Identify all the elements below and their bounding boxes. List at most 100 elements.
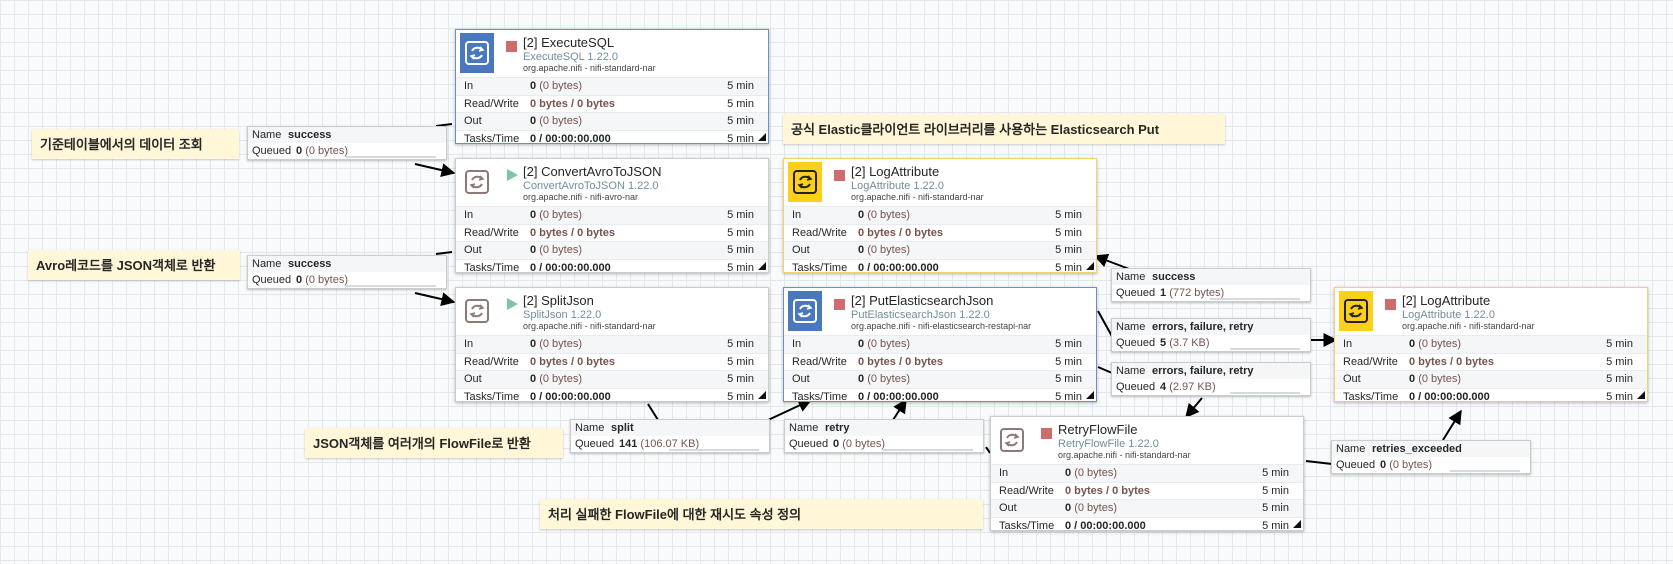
connection-queued-label: Queued: [575, 438, 615, 450]
resize-corner-icon: [758, 133, 766, 141]
processor-p5[interactable]: [2] PutElasticsearchJson PutElasticsearch…: [783, 287, 1097, 403]
stat-window: 5 min: [727, 97, 754, 110]
stat-window: 5 min: [1055, 244, 1082, 256]
queued-count: 141: [619, 438, 638, 450]
processor-p6[interactable]: RetryFlowFile RetryFlowFile 1.22.0 org.apa…: [990, 416, 1304, 532]
stat-window: 5 min: [727, 115, 754, 127]
processor-p7[interactable]: [2] LogAttribute LogAttribute 1.22.0 org.a…: [1334, 287, 1648, 403]
stat-label: Tasks/Time: [1343, 390, 1399, 403]
connection-name-row: Name success: [248, 127, 446, 143]
connection-label-c1[interactable]: Name success Queued 0 (0 bytes): [247, 126, 447, 160]
stat-row-readwrite: Read/Write 0 bytes / 0 bytes 5 min: [456, 94, 768, 113]
processor-name: [2] ExecuteSQL: [523, 35, 615, 50]
connection-queued-label: Queued: [1116, 337, 1156, 349]
stat-window: 5 min: [727, 355, 754, 368]
stat-out-count: 0: [530, 115, 537, 127]
processor-bundle: org.apache.nifi - nifi-standard-nar: [1058, 450, 1191, 460]
stat-window: 5 min: [1262, 467, 1289, 479]
queue-progress-bar: [346, 285, 436, 287]
queue-progress-bar: [883, 449, 973, 451]
stat-out-count: 0: [1065, 502, 1072, 514]
stat-row-in: In 0 (0 bytes) 5 min: [784, 206, 1096, 224]
queue-progress-bar: [1210, 298, 1300, 300]
queued-count: 0: [833, 438, 840, 450]
stat-window: 5 min: [1055, 338, 1082, 350]
stat-readwrite-value: 0 bytes / 0 bytes: [1409, 355, 1494, 368]
stat-label: In: [792, 338, 802, 350]
stat-window: 5 min: [727, 261, 754, 274]
queued-bytes: (0 bytes): [305, 274, 348, 286]
connection-label-c3[interactable]: Name split Queued 141 (106.07 KB): [570, 419, 770, 453]
stat-window: 5 min: [1262, 484, 1289, 497]
canvas-label[interactable]: 처리 실패한 FlowFile에 대한 재시도 속성 정의: [540, 499, 983, 529]
stat-label: Tasks/Time: [999, 519, 1055, 532]
processor-type: ConvertAvroToJSON 1.22.0: [523, 180, 659, 192]
canvas-label[interactable]: 공식 Elastic클라이언트 라이브러리를 사용하는 Elasticsearc…: [783, 114, 1225, 144]
stat-label: In: [1343, 338, 1353, 350]
processor-p3[interactable]: [2] SplitJson SplitJson 1.22.0 org.apache.…: [455, 287, 769, 403]
stopped-status-icon: [1041, 428, 1052, 439]
connection-label-c7[interactable]: Name retry Queued 0 (0 bytes): [784, 419, 984, 453]
processor-p4[interactable]: [2] LogAttribute LogAttribute 1.22.0 org.a…: [783, 158, 1097, 274]
processor-name: [2] ConvertAvroToJSON: [523, 164, 662, 179]
processor-icon: [460, 291, 494, 331]
stat-window: 5 min: [1262, 502, 1289, 514]
connection-queued-label: Queued: [252, 274, 292, 286]
queued-count: 0: [296, 274, 303, 286]
processor-type: ExecuteSQL 1.22.0: [523, 51, 618, 63]
connection-label-c8[interactable]: Name retries_exceeded Queued 0 (0 bytes): [1331, 440, 1531, 474]
stat-label: In: [464, 80, 474, 92]
processor-p1[interactable]: [2] ExecuteSQL ExecuteSQL 1.22.0 org.apach…: [455, 29, 769, 145]
canvas-label[interactable]: 기준테이블에서의 데이터 조회: [32, 129, 239, 159]
processor-header: [2] PutElasticsearchJson PutElasticsearch…: [784, 288, 1096, 335]
stat-label: Out: [464, 115, 482, 127]
queued-bytes: (0 bytes): [305, 145, 348, 157]
stat-window: 5 min: [1606, 338, 1633, 350]
stat-label: Out: [792, 244, 810, 256]
connection-name-label: Name: [1336, 443, 1366, 455]
processor-bundle: org.apache.nifi - nifi-elasticsearch-res…: [851, 321, 1032, 331]
resize-corner-icon: [1086, 391, 1094, 399]
stopped-status-icon: [834, 299, 845, 310]
stat-row-in: In 0 (0 bytes) 5 min: [784, 335, 1096, 353]
connection-label-c6[interactable]: Name errors, failure, retry Queued 4 (2.97 …: [1111, 362, 1311, 396]
stat-in-count: 0: [858, 209, 865, 221]
flow-canvas[interactable]: [2] ExecuteSQL ExecuteSQL 1.22.0 org.apach…: [0, 0, 1673, 564]
canvas-label[interactable]: Avro레코드를 JSON객체로 반환: [28, 250, 240, 280]
connection-name: errors, failure, retry: [1152, 365, 1254, 377]
stat-out-bytes: (0 bytes): [1074, 502, 1117, 514]
processor-name: [2] LogAttribute: [851, 164, 940, 179]
stat-window: 5 min: [727, 338, 754, 350]
processor-name: [2] PutElasticsearchJson: [851, 293, 994, 308]
stopped-status-icon: [834, 170, 845, 181]
stat-window: 5 min: [727, 390, 754, 403]
connection-label-c5[interactable]: Name errors, failure, retry Queued 5 (3.7 K…: [1111, 318, 1311, 352]
connection-name-row: Name retry: [785, 420, 983, 436]
stat-row-out: Out 0 (0 bytes) 5 min: [456, 112, 768, 130]
connection-name-row: Name retries_exceeded: [1332, 441, 1530, 457]
canvas-label[interactable]: JSON객체를 여러개의 FlowFile로 반환: [305, 428, 563, 458]
connection-queued-row: Queued 0 (0 bytes): [248, 143, 446, 159]
stat-label: Read/Write: [464, 97, 519, 110]
queue-progress-bar: [1230, 348, 1300, 350]
stat-in-bytes: (0 bytes): [539, 338, 582, 350]
stat-label: Read/Write: [792, 226, 847, 239]
connection-label-c4[interactable]: Name success Queued 1 (772 bytes): [1111, 268, 1311, 302]
processor-bundle: org.apache.nifi - nifi-standard-nar: [523, 63, 656, 73]
stat-out-count: 0: [1409, 373, 1416, 385]
connection-label-c2[interactable]: Name success Queued 0 (0 bytes): [247, 255, 447, 289]
stat-window: 5 min: [727, 209, 754, 221]
connection-queued-row: Queued 0 (0 bytes): [1332, 457, 1530, 473]
connection-name-row: Name success: [248, 256, 446, 272]
processor-p2[interactable]: [2] ConvertAvroToJSON ConvertAvroToJSON 1…: [455, 158, 769, 274]
stat-label: Read/Write: [1343, 355, 1398, 368]
processor-type: LogAttribute 1.22.0: [1402, 309, 1495, 321]
stat-label: Tasks/Time: [792, 390, 848, 403]
connection-name: errors, failure, retry: [1152, 321, 1254, 333]
stat-in-bytes: (0 bytes): [539, 80, 582, 92]
stat-row-in: In 0 (0 bytes) 5 min: [1335, 335, 1647, 353]
stat-window: 5 min: [1055, 355, 1082, 368]
stat-row-in: In 0 (0 bytes) 5 min: [456, 77, 768, 95]
processor-icon: [1339, 291, 1373, 331]
stat-window: 5 min: [1055, 226, 1082, 239]
